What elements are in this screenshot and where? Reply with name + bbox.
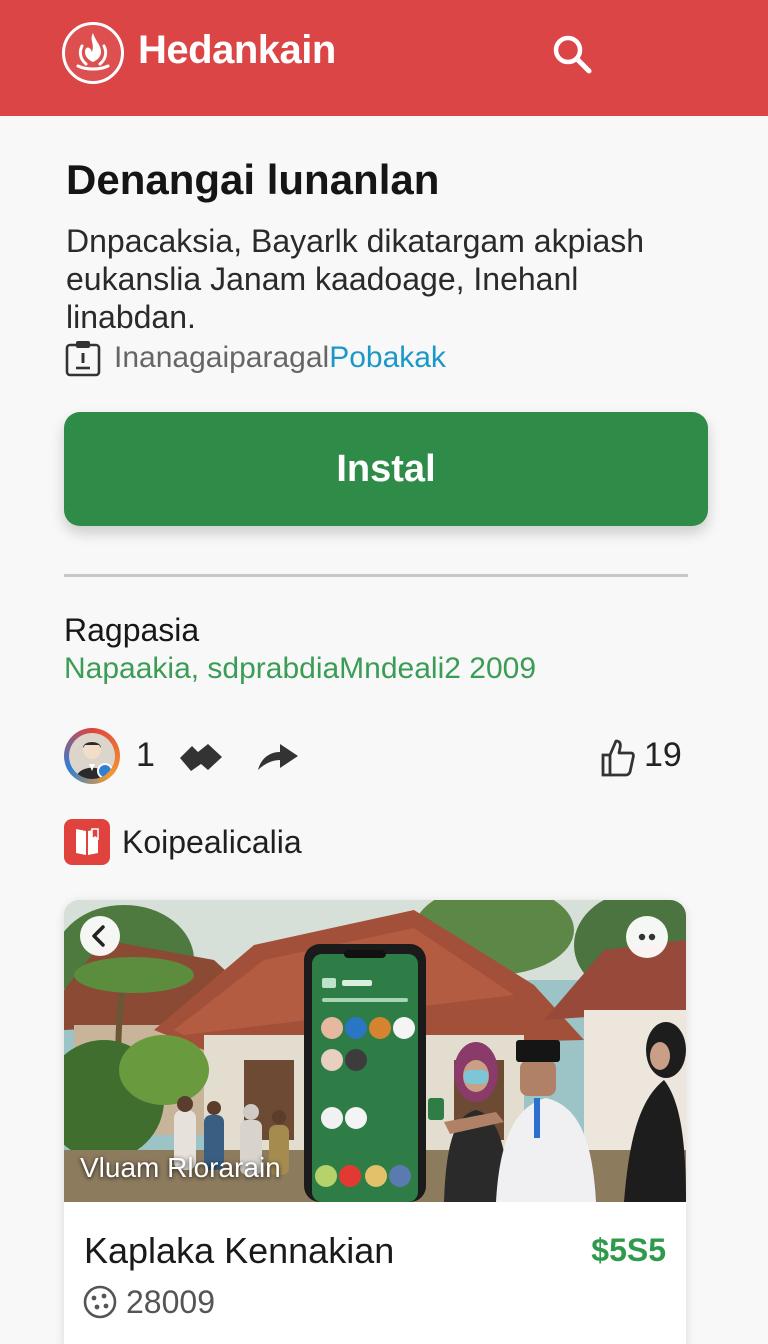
main-content: Denangai lunanlan Dnpacaksia, Bayarlk di… <box>0 116 768 1344</box>
card-stats: 28009 <box>82 1282 215 1322</box>
more-options-button[interactable] <box>626 916 668 958</box>
section-divider <box>64 574 688 577</box>
social-count: 1 <box>136 736 155 774</box>
featured-card[interactable]: Vluam Rlorarain Kaplaka Kennakian $5S5 2… <box>64 900 686 1344</box>
person-icon <box>76 741 113 779</box>
app-description: Dnpacaksia, Bayarlk dikatargam akpiash e… <box>66 223 645 335</box>
social-row: 1 19 <box>64 726 688 786</box>
meta-link[interactable]: Pobakak <box>329 341 446 375</box>
like-button[interactable] <box>600 736 636 778</box>
thumbs-up-icon <box>601 739 635 777</box>
share-button[interactable] <box>176 740 226 774</box>
search-button[interactable] <box>548 30 596 78</box>
like-count: 19 <box>644 736 682 774</box>
card-price: $5S5 <box>591 1232 666 1268</box>
meta-row: Inanagaiparagal Pobakak <box>64 338 446 378</box>
previous-button[interactable] <box>80 916 120 956</box>
card-image[interactable]: Vluam Rlorarain <box>64 900 686 1202</box>
top-app-bar: Hedankain <box>0 0 768 116</box>
forward-arrow-icon <box>258 744 298 770</box>
image-caption: Vluam Rlorarain <box>80 1152 281 1183</box>
install-button[interactable]: Instal <box>64 412 708 526</box>
avatar[interactable] <box>64 728 120 784</box>
share-icon <box>180 744 222 771</box>
clipboard-info-icon <box>65 341 101 377</box>
meta-text: Inanagaiparagal <box>114 341 330 374</box>
avatar-photo <box>69 733 115 779</box>
chevron-left-icon <box>92 925 105 947</box>
flame-logo-icon <box>76 33 110 71</box>
forward-button[interactable] <box>254 740 302 774</box>
category-label: Koipealicalia <box>122 823 302 860</box>
category-row[interactable]: Koipealicalia <box>64 818 302 866</box>
app-logo[interactable] <box>62 22 124 84</box>
search-icon <box>553 35 592 74</box>
more-dots-icon <box>638 933 656 941</box>
category-icon <box>64 819 110 865</box>
book-icon <box>76 828 99 855</box>
section-title: Ragpasia <box>64 612 200 648</box>
page-headline: Denangai lunanlan <box>66 156 440 203</box>
dice-icon <box>83 1285 117 1319</box>
section-subtitle[interactable]: Napaakia, sdprabdiaMndeali2 2009 <box>64 652 536 686</box>
card-stats-value: 28009 <box>126 1283 215 1320</box>
card-title: Kaplaka Kennakian <box>84 1230 395 1271</box>
app-title: Hedankain <box>138 28 336 72</box>
